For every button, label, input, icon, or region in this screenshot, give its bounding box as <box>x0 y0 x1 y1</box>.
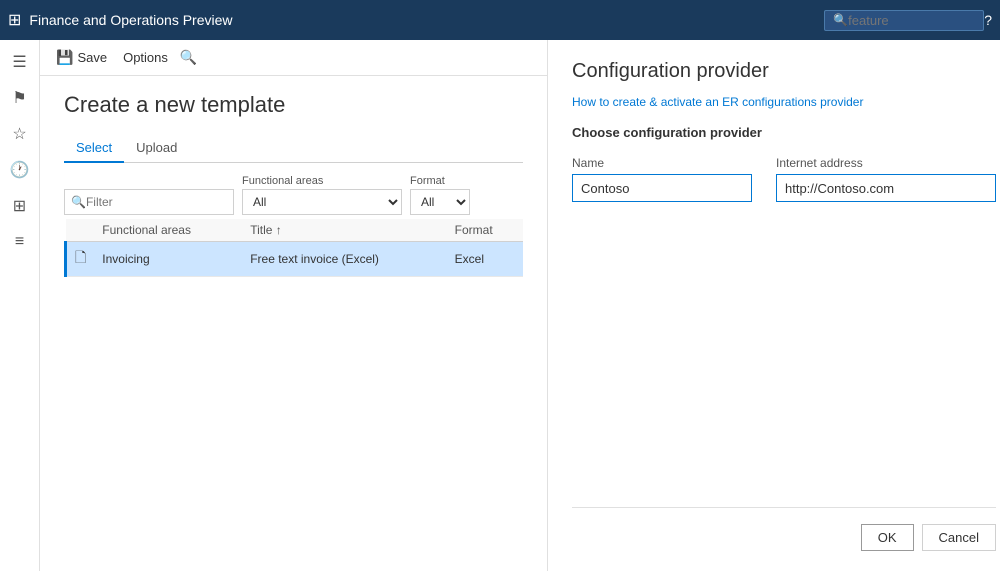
options-button[interactable]: Options <box>115 46 176 69</box>
save-label: Save <box>77 50 107 65</box>
col-functional-areas: Functional areas <box>94 219 242 242</box>
tab-select[interactable]: Select <box>64 134 124 163</box>
tabs: Select Upload <box>64 134 523 163</box>
left-panel: 💾 Save Options 🔍 Create a new template S… <box>40 40 548 571</box>
sidebar-item-modules[interactable]: ≡ <box>0 224 40 260</box>
page-title: Create a new template <box>64 92 523 118</box>
app-title: Finance and Operations Preview <box>29 12 824 28</box>
search-input[interactable] <box>848 13 968 28</box>
right-panel: Configuration provider How to create & a… <box>548 40 1000 571</box>
format-select[interactable]: All <box>410 189 470 215</box>
main-layout: ☰ ⚑ ☆ 🕐 ⊞ ≡ 💾 Save Options 🔍 Create a <box>0 40 1000 571</box>
sidebar: ☰ ⚑ ☆ 🕐 ⊞ ≡ <box>0 40 40 571</box>
save-button[interactable]: 💾 Save <box>48 45 115 70</box>
name-form-group: Name <box>572 156 752 202</box>
filter-input-wrap[interactable]: 🔍 <box>64 189 234 215</box>
page-content: Create a new template Select Upload 🔍 <box>40 76 547 571</box>
cancel-button[interactable]: Cancel <box>922 524 996 551</box>
filter-input[interactable] <box>86 195 227 209</box>
row-icon-cell: 🗋 <box>66 242 95 277</box>
top-bar: ⊞ Finance and Operations Preview 🔍 ? <box>0 0 1000 40</box>
name-input[interactable] <box>572 174 752 202</box>
grid-icon[interactable]: ⊞ <box>8 10 21 30</box>
sidebar-item-flag[interactable]: ⚑ <box>0 80 40 116</box>
filter-group: 🔍 <box>64 189 234 215</box>
table-header-row: Functional areas Title ↑ Format <box>66 219 524 242</box>
global-search[interactable]: 🔍 <box>824 10 984 31</box>
internet-address-label: Internet address <box>776 156 996 170</box>
sidebar-item-workspaces[interactable]: ⊞ <box>0 188 40 224</box>
sidebar-item-recent[interactable]: 🕐 <box>0 152 40 188</box>
ok-button[interactable]: OK <box>861 524 914 551</box>
format-filter-group: Format All <box>410 175 470 215</box>
functional-areas-label: Functional areas <box>242 175 402 187</box>
row-format: Excel <box>447 242 523 277</box>
panel-title: Configuration provider <box>572 60 996 83</box>
row-functional-areas: Invoicing <box>94 242 242 277</box>
panel-footer: OK Cancel <box>572 507 996 551</box>
cmd-search-icon[interactable]: 🔍 <box>180 49 197 66</box>
sidebar-item-star[interactable]: ☆ <box>0 116 40 152</box>
filter-row: 🔍 Functional areas All Format All <box>64 175 523 215</box>
internet-address-input[interactable] <box>776 174 996 202</box>
search-icon: 🔍 <box>833 13 848 27</box>
internet-address-form-group: Internet address <box>776 156 996 202</box>
content-area: 💾 Save Options 🔍 Create a new template S… <box>40 40 1000 571</box>
command-bar: 💾 Save Options 🔍 <box>40 40 547 76</box>
col-icon <box>66 219 95 242</box>
tab-upload[interactable]: Upload <box>124 134 189 163</box>
name-label: Name <box>572 156 752 170</box>
table-row[interactable]: 🗋 Invoicing Free text invoice (Excel) Ex… <box>66 242 524 277</box>
options-label: Options <box>123 50 168 65</box>
format-label: Format <box>410 175 470 187</box>
functional-areas-select[interactable]: All <box>242 189 402 215</box>
help-icon[interactable]: ? <box>984 12 992 28</box>
save-icon: 💾 <box>56 49 73 66</box>
filter-icon: 🔍 <box>71 195 86 209</box>
col-format: Format <box>447 219 523 242</box>
section-label: Choose configuration provider <box>572 125 996 140</box>
functional-areas-filter-group: Functional areas All <box>242 175 402 215</box>
panel-link[interactable]: How to create & activate an ER configura… <box>572 95 996 109</box>
row-title: Free text invoice (Excel) <box>242 242 446 277</box>
sidebar-item-hamburger[interactable]: ☰ <box>0 44 40 80</box>
col-title: Title ↑ <box>242 219 446 242</box>
form-row: Name Internet address <box>572 156 996 202</box>
template-table: Functional areas Title ↑ Format <box>64 219 523 277</box>
row-icon: 🗋 <box>75 249 86 265</box>
